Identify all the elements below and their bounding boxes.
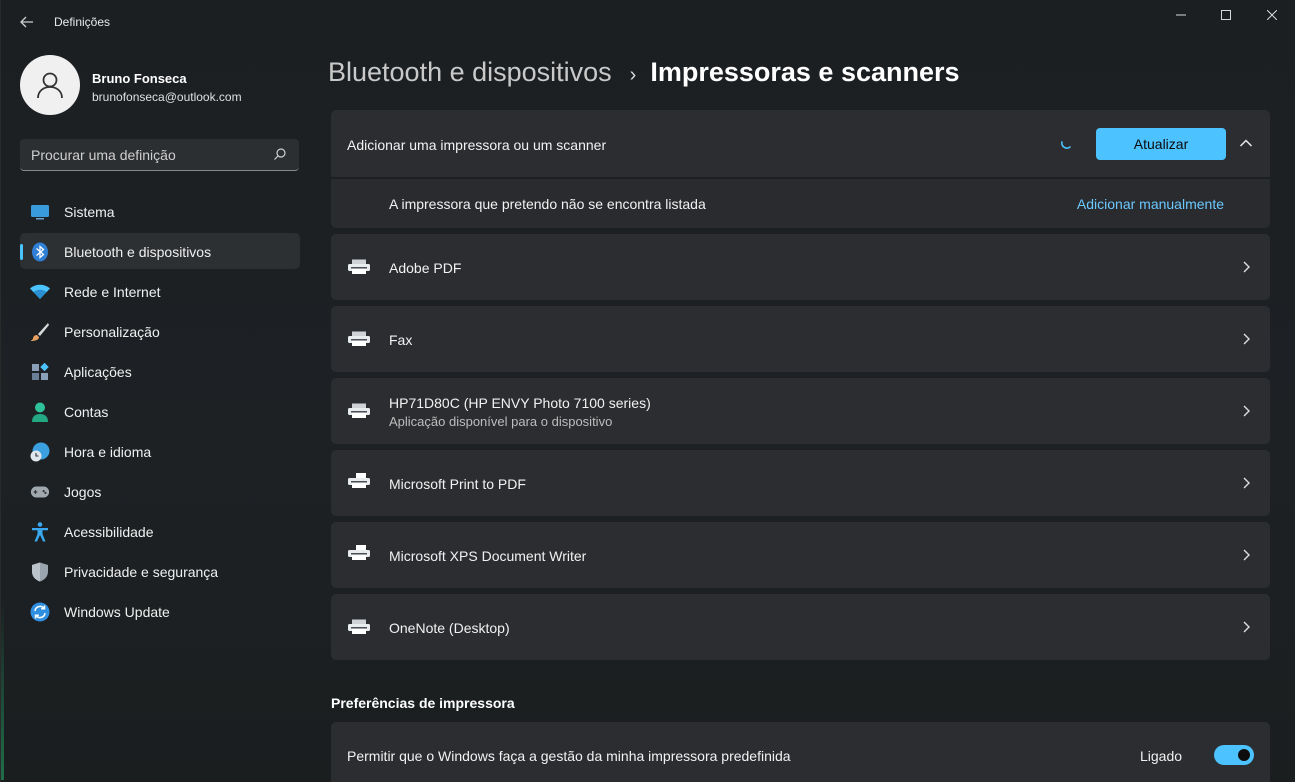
printer-name: OneNote (Desktop) bbox=[389, 620, 510, 636]
close-icon bbox=[1267, 10, 1277, 20]
sidebar-item-bluetooth[interactable]: Bluetooth e dispositivos bbox=[20, 233, 300, 269]
printer-name: Fax bbox=[389, 332, 413, 348]
printer-item-microsoft-print-to-pdf[interactable]: Microsoft Print to PDF bbox=[331, 450, 1270, 516]
user-profile[interactable]: Bruno Fonseca brunofonseca@outlook.com bbox=[20, 55, 300, 115]
sidebar-item-personalizacao[interactable]: Personalização bbox=[20, 313, 300, 349]
accessibility-icon bbox=[30, 522, 50, 542]
sidebar-item-privacidade[interactable]: Privacidade e segurança bbox=[20, 553, 300, 589]
maximize-icon bbox=[1221, 10, 1231, 20]
minimize-icon bbox=[1176, 14, 1186, 16]
search-input[interactable] bbox=[20, 139, 260, 170]
sidebar-item-label: Bluetooth e dispositivos bbox=[64, 244, 212, 260]
monitor-icon bbox=[30, 202, 50, 222]
update-icon bbox=[30, 602, 50, 622]
toggle-state-label: Ligado bbox=[1140, 748, 1183, 764]
search-box[interactable] bbox=[20, 139, 299, 171]
printer-icon bbox=[348, 403, 370, 418]
person-icon bbox=[30, 402, 50, 422]
sidebar-item-label: Acessibilidade bbox=[64, 524, 154, 540]
back-button[interactable] bbox=[15, 12, 39, 32]
sidebar-item-windows-update[interactable]: Windows Update bbox=[20, 593, 300, 629]
avatar bbox=[20, 55, 80, 115]
not-listed-label: A impressora que pretendo não se encontr… bbox=[389, 196, 706, 212]
chevron-up-icon[interactable] bbox=[1239, 138, 1253, 148]
default-printer-management-row: Permitir que o Windows faça a gestão da … bbox=[331, 722, 1270, 782]
printer-item-adobe-pdf[interactable]: Adobe PDF bbox=[331, 234, 1270, 300]
chevron-right-icon bbox=[1243, 549, 1250, 561]
page-title: Impressoras e scanners bbox=[650, 57, 960, 87]
maximize-button[interactable] bbox=[1203, 0, 1249, 30]
close-button[interactable] bbox=[1249, 0, 1295, 30]
globe-clock-icon bbox=[30, 442, 50, 462]
printer-item-fax[interactable]: Fax bbox=[331, 306, 1270, 372]
minimize-button[interactable] bbox=[1158, 0, 1204, 30]
printer-item-onenote[interactable]: OneNote (Desktop) bbox=[331, 594, 1270, 660]
window-edge-accent bbox=[1, 600, 4, 780]
wifi-icon bbox=[30, 282, 50, 302]
sidebar-item-label: Hora e idioma bbox=[64, 444, 152, 460]
printer-name: Adobe PDF bbox=[389, 260, 462, 276]
toggle-knob bbox=[1238, 749, 1250, 761]
printer-item-microsoft-xps[interactable]: Microsoft XPS Document Writer bbox=[331, 522, 1270, 588]
printer-name: Microsoft XPS Document Writer bbox=[389, 548, 587, 564]
default-printer-toggle[interactable] bbox=[1214, 745, 1254, 765]
settings-window: Definições Bruno Fonseca brunofonseca@ou… bbox=[0, 0, 1295, 782]
sidebar-item-label: Aplicações bbox=[64, 364, 132, 380]
chevron-right-icon bbox=[1243, 261, 1250, 273]
loading-spinner-icon bbox=[1061, 141, 1071, 149]
sidebar-item-acessibilidade[interactable]: Acessibilidade bbox=[20, 513, 300, 549]
title-bar: Definições bbox=[1, 0, 1295, 44]
printer-name: Microsoft Print to PDF bbox=[389, 476, 526, 492]
sidebar-item-label: Jogos bbox=[64, 484, 102, 500]
bluetooth-icon bbox=[30, 242, 50, 262]
update-button[interactable]: Atualizar bbox=[1096, 128, 1226, 160]
sidebar-item-label: Personalização bbox=[64, 324, 160, 340]
user-email: brunofonseca@outlook.com bbox=[92, 90, 242, 104]
person-avatar-icon bbox=[37, 72, 63, 99]
default-printer-management-label: Permitir que o Windows faça a gestão da … bbox=[347, 748, 791, 764]
chevron-right-icon bbox=[1243, 405, 1250, 417]
chevron-right-icon bbox=[1243, 621, 1250, 633]
chevron-right-icon bbox=[1243, 333, 1250, 345]
printer-status: Aplicação disponível para o dispositivo bbox=[389, 414, 613, 429]
search-icon[interactable] bbox=[273, 147, 287, 161]
shield-icon bbox=[30, 562, 50, 582]
breadcrumb-separator: › bbox=[629, 64, 637, 86]
add-printer-label: Adicionar uma impressora ou um scanner bbox=[347, 137, 607, 153]
user-name: Bruno Fonseca bbox=[92, 71, 187, 86]
chevron-right-icon bbox=[1243, 477, 1250, 489]
app-title: Definições bbox=[54, 15, 111, 29]
sidebar-item-sistema[interactable]: Sistema bbox=[20, 193, 300, 229]
brush-icon bbox=[30, 322, 50, 342]
sidebar-nav: Sistema Bluetooth e dispositivos Rede e … bbox=[20, 193, 300, 633]
breadcrumb-parent[interactable]: Bluetooth e dispositivos bbox=[328, 57, 612, 88]
sidebar-item-aplicacoes[interactable]: Aplicações bbox=[20, 353, 300, 389]
printer-name: HP71D80C (HP ENVY Photo 7100 series) bbox=[389, 395, 651, 411]
add-printer-card[interactable]: Adicionar uma impressora ou um scanner A… bbox=[331, 110, 1270, 177]
printer-icon bbox=[348, 473, 370, 488]
printer-not-listed-row: A impressora que pretendo não se encontr… bbox=[331, 179, 1270, 228]
printer-icon bbox=[348, 545, 370, 560]
printer-item-hp-envy[interactable]: HP71D80C (HP ENVY Photo 7100 series) Apl… bbox=[331, 378, 1270, 444]
printer-icon bbox=[348, 331, 370, 346]
sidebar-item-label: Rede e Internet bbox=[64, 284, 161, 300]
sidebar-item-contas[interactable]: Contas bbox=[20, 393, 300, 429]
sidebar-item-hora[interactable]: Hora e idioma bbox=[20, 433, 300, 469]
printer-icon bbox=[348, 619, 370, 634]
arrow-left-icon bbox=[20, 16, 33, 28]
apps-icon bbox=[30, 362, 50, 382]
sidebar-item-label: Privacidade e segurança bbox=[64, 564, 219, 580]
printer-icon bbox=[348, 259, 370, 274]
section-title-printer-preferences: Preferências de impressora bbox=[331, 695, 515, 711]
sidebar-item-label: Contas bbox=[64, 404, 109, 420]
sidebar-item-label: Sistema bbox=[64, 204, 115, 220]
sidebar-item-label: Windows Update bbox=[64, 604, 170, 620]
gamepad-icon bbox=[30, 482, 50, 502]
sidebar-item-rede[interactable]: Rede e Internet bbox=[20, 273, 300, 309]
breadcrumb: Bluetooth e dispositivos › Impressoras e… bbox=[328, 57, 960, 93]
add-manually-link[interactable]: Adicionar manualmente bbox=[1077, 196, 1224, 212]
sidebar-item-jogos[interactable]: Jogos bbox=[20, 473, 300, 509]
